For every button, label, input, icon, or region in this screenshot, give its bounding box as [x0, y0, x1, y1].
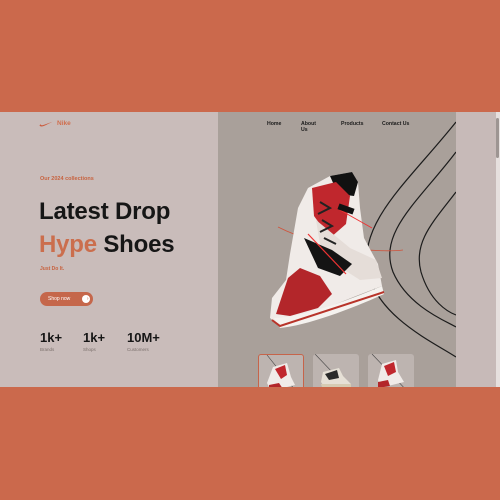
hero-shoe-image	[260, 168, 390, 328]
landing-page: Nike Home About Us Products Contact Us O…	[0, 112, 500, 387]
sneaker-thumbnail-image	[314, 354, 351, 387]
sneaker-illustration	[270, 172, 385, 328]
arrow-right-icon: ›	[86, 295, 89, 302]
stat-label: Shops	[83, 347, 96, 352]
sneaker-thumbnail-image	[266, 355, 295, 387]
thumbnail-3[interactable]	[368, 354, 414, 387]
thumbnail-1[interactable]	[258, 354, 304, 387]
stat-customers: 10M+ Customers	[127, 330, 160, 352]
nav-home[interactable]: Home	[267, 121, 281, 127]
hero-subtitle: Our 2024 collections	[40, 176, 94, 182]
sneaker-thumbnail-image	[371, 354, 404, 387]
nike-swoosh-icon	[39, 121, 53, 126]
shop-now-button[interactable]: Shop now ›	[40, 292, 93, 306]
hero-tagline: Just Do It.	[40, 266, 65, 272]
stat-brands: 1k+ Brands	[40, 330, 62, 352]
scrollbar-thumb[interactable]	[496, 118, 499, 158]
stat-value: 1k+	[83, 330, 106, 345]
hero-headline-line1: Latest Drop	[39, 198, 171, 225]
nav-products[interactable]: Products	[341, 121, 363, 127]
stat-value: 1k+	[40, 330, 63, 345]
stat-value: 10M+	[127, 330, 160, 345]
stat-label: Customers	[127, 347, 149, 352]
brand-logo[interactable]: Nike	[39, 120, 71, 127]
side-strip	[456, 112, 500, 387]
thumbnail-gallery	[258, 354, 414, 387]
brand-name: Nike	[57, 120, 71, 127]
hero-headline-line2: Hype Shoes	[39, 231, 175, 259]
nav-contact-us[interactable]: Contact Us	[382, 121, 422, 127]
hero-headline-rest: Shoes	[103, 231, 175, 258]
nav-about-us[interactable]: About Us	[301, 121, 316, 133]
stat-label: Brands	[40, 347, 55, 352]
stat-shops: 1k+ Shops	[83, 330, 105, 352]
hero-headline-accent: Hype	[39, 231, 97, 258]
shop-now-label: Shop now	[48, 296, 71, 302]
thumbnail-2[interactable]	[313, 354, 359, 387]
